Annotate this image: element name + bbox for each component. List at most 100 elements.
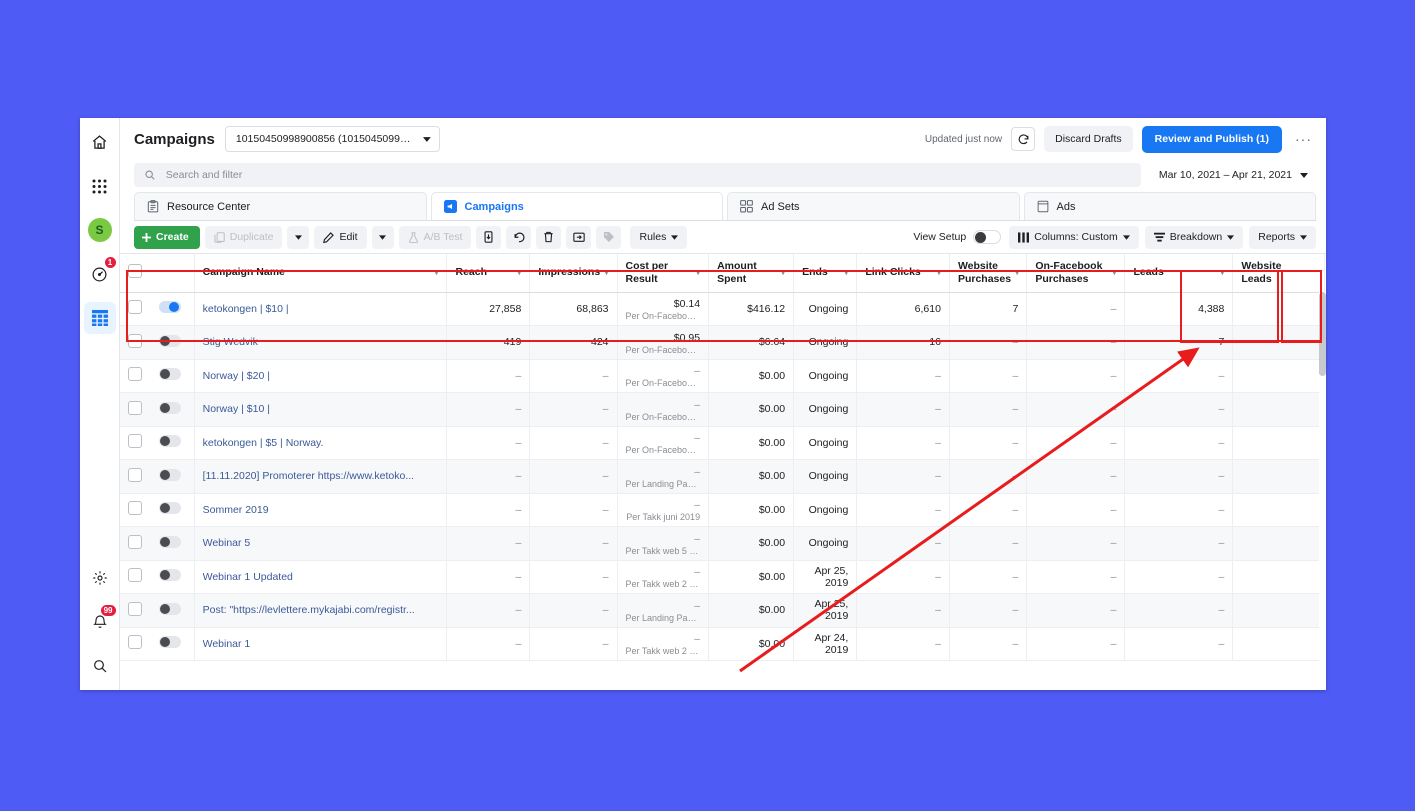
table-row[interactable]: Webinar 1 Updated–––Per Takk web 2 24 ..… xyxy=(120,560,1325,594)
tab-ads[interactable]: Ads xyxy=(1023,192,1316,220)
gear-icon[interactable] xyxy=(84,562,116,594)
search-and-filter-box[interactable] xyxy=(134,163,1141,187)
sort-caret-icon[interactable]: ▾ xyxy=(1220,268,1224,277)
home-icon[interactable] xyxy=(84,126,116,158)
table-row[interactable]: Webinar 1–––Per Takk web 2 24 ...$0.00Ap… xyxy=(120,627,1325,661)
sort-caret-icon[interactable]: ▾ xyxy=(937,268,941,277)
row-checkbox[interactable] xyxy=(128,400,142,415)
speedometer-icon[interactable]: 1 xyxy=(84,256,117,290)
grid-apps-icon[interactable] xyxy=(84,170,116,202)
campaign-name-cell[interactable]: Stig Wedvik xyxy=(194,325,448,360)
header-campaign-name[interactable]: Campaign Name ▾ xyxy=(194,254,448,293)
status-toggle[interactable] xyxy=(158,569,181,582)
campaign-name-link[interactable]: Webinar 1 Updated xyxy=(203,571,439,583)
table-row[interactable]: ketokongen | $10 | 27,858 68,863 $0.14 Per O… xyxy=(120,292,1325,326)
status-toggle[interactable] xyxy=(158,435,181,448)
tab-campaigns[interactable]: Campaigns xyxy=(430,192,723,220)
undo-icon[interactable] xyxy=(506,225,532,249)
rules-button[interactable]: Rules xyxy=(630,225,688,249)
status-toggle[interactable] xyxy=(158,301,181,314)
select-all-checkbox[interactable] xyxy=(128,264,142,279)
campaign-name-link[interactable]: Sommer 2019 xyxy=(203,504,439,516)
ab-test-button[interactable]: A/B Test xyxy=(398,225,472,249)
columns-button[interactable]: Columns: Custom xyxy=(1009,225,1139,249)
search-input[interactable] xyxy=(163,168,1131,182)
tab-resource-center[interactable]: Resource Center xyxy=(134,192,427,220)
toggle-switch[interactable] xyxy=(973,230,1002,244)
row-checkbox[interactable] xyxy=(128,568,142,583)
export-icon[interactable] xyxy=(566,225,592,249)
header-link-clicks[interactable]: Link Clicks ▾ xyxy=(856,254,950,293)
vertical-scrollbar-thumb[interactable] xyxy=(1319,292,1326,376)
header-cost-per-result[interactable]: Cost per Result ▾ xyxy=(617,254,710,293)
row-checkbox[interactable] xyxy=(128,467,142,482)
campaign-name-link[interactable]: Post: "https://levlettere.mykajabi.com/r… xyxy=(203,604,439,616)
status-toggle[interactable] xyxy=(158,502,181,515)
campaign-name-link[interactable]: ketokongen | $10 | xyxy=(203,303,439,315)
copy-icon[interactable] xyxy=(476,225,502,249)
sort-caret-icon[interactable]: ▾ xyxy=(696,268,700,277)
create-button[interactable]: Create xyxy=(134,225,200,249)
table-row[interactable]: Norway | $10 |–––Per On-Facebook L...$0.… xyxy=(120,392,1325,427)
status-toggle[interactable] xyxy=(158,636,181,649)
reports-button[interactable]: Reports xyxy=(1249,225,1316,249)
refresh-icon[interactable] xyxy=(1011,127,1036,151)
search-icon[interactable] xyxy=(84,650,116,682)
campaign-name-cell[interactable]: ketokongen | $5 | Norway. xyxy=(194,426,448,460)
discard-drafts-button[interactable]: Discard Drafts xyxy=(1044,126,1133,152)
campaign-name-link[interactable]: Norway | $20 | xyxy=(203,370,439,382)
sort-caret-icon[interactable]: ▾ xyxy=(517,268,521,277)
header-website-purchases[interactable]: Website Purchases ▾ xyxy=(949,254,1028,293)
review-and-publish-button[interactable]: Review and Publish (1) xyxy=(1141,125,1282,153)
campaign-name-link[interactable]: [11.11.2020] Promoterer https://www.keto… xyxy=(203,470,439,482)
date-range-picker[interactable]: Mar 10, 2021 – Apr 21, 2021 xyxy=(1151,163,1316,187)
row-checkbox[interactable] xyxy=(128,434,142,449)
sort-caret-icon[interactable]: ▾ xyxy=(1112,268,1116,277)
row-checkbox[interactable] xyxy=(128,501,142,516)
campaign-name-link[interactable]: Norway | $10 | xyxy=(203,403,439,415)
row-checkbox[interactable] xyxy=(128,367,142,382)
row-checkbox[interactable] xyxy=(128,333,142,348)
header-reach[interactable]: Reach ▾ xyxy=(446,254,531,293)
campaign-name-cell[interactable]: Norway | $10 | xyxy=(194,392,448,427)
campaign-name-cell[interactable]: Webinar 1 xyxy=(194,627,448,661)
row-checkbox[interactable] xyxy=(128,601,142,616)
tag-icon[interactable] xyxy=(596,225,622,249)
header-leads[interactable]: Leads ▾ xyxy=(1124,254,1234,293)
tab-ad-sets[interactable]: Ad Sets xyxy=(727,192,1020,220)
table-row[interactable]: [11.11.2020] Promoterer https://www.keto… xyxy=(120,459,1325,494)
edit-dropdown-caret[interactable] xyxy=(371,225,394,249)
table-row[interactable]: Webinar 5–––Per Takk web 5 apr...$0.00On… xyxy=(120,526,1325,561)
sort-caret-icon[interactable]: ▾ xyxy=(844,268,848,277)
account-avatar[interactable]: S xyxy=(84,214,116,246)
trash-icon[interactable] xyxy=(536,225,562,249)
campaign-name-cell[interactable]: Webinar 5 xyxy=(194,526,448,561)
view-setup-toggle[interactable]: View Setup xyxy=(913,230,1003,244)
sort-caret-icon[interactable]: ▾ xyxy=(781,268,785,277)
header-impressions[interactable]: Impressions ▾ xyxy=(529,254,618,293)
campaigns-table-wrapper[interactable]: Campaign Name ▾ Reach ▾ Impressions ▾ Co… xyxy=(120,253,1326,690)
campaign-name-link[interactable]: Stig Wedvik xyxy=(203,336,439,348)
edit-button[interactable]: Edit xyxy=(314,225,367,249)
sort-caret-icon[interactable]: ▾ xyxy=(605,268,609,277)
status-toggle[interactable] xyxy=(158,368,181,381)
table-icon[interactable] xyxy=(83,302,116,334)
header-ends[interactable]: Ends ▾ xyxy=(793,254,858,293)
sort-caret-icon[interactable]: ▾ xyxy=(1015,268,1019,277)
table-row[interactable]: Norway | $20 |–––Per On-Facebook L...$0.… xyxy=(120,359,1325,393)
status-toggle[interactable] xyxy=(158,535,181,548)
duplicate-dropdown-caret[interactable] xyxy=(287,225,310,249)
status-toggle[interactable] xyxy=(158,468,181,481)
row-checkbox[interactable] xyxy=(128,300,142,315)
campaign-name-cell[interactable]: Post: "https://levlettere.mykajabi.com/r… xyxy=(194,593,448,628)
table-row[interactable]: Sommer 2019– – – Per Takk juni 2019 $0.00 Ong… xyxy=(120,493,1325,527)
campaign-name-cell[interactable]: Norway | $20 | xyxy=(194,359,448,393)
header-website-leads[interactable]: Website Leads xyxy=(1232,254,1325,293)
table-row[interactable]: ketokongen | $5 | Norway. – – – Per On-Faceb… xyxy=(120,426,1325,460)
status-toggle[interactable] xyxy=(158,334,181,347)
campaign-name-cell[interactable]: ketokongen | $10 | xyxy=(194,292,448,326)
campaign-name-link[interactable]: Webinar 5 xyxy=(203,537,439,549)
campaign-name-cell[interactable]: Sommer 2019 xyxy=(194,493,448,527)
campaign-name-cell[interactable]: [11.11.2020] Promoterer https://www.keto… xyxy=(194,459,448,494)
campaign-name-cell[interactable]: Webinar 1 Updated xyxy=(194,560,448,594)
